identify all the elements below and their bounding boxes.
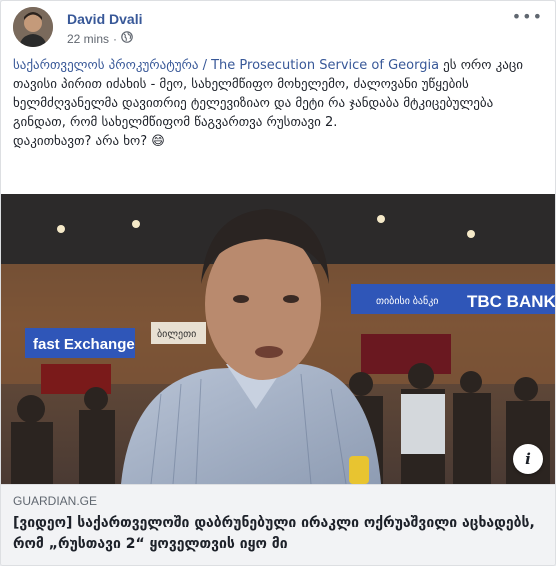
link-domain: GUARDIAN.GE — [13, 494, 98, 508]
post-header: David Dvali 22 mins · ••• — [13, 7, 543, 51]
post-text: საქართველოს პროკურატურა / The Prosecutio… — [13, 56, 545, 151]
video-frame: თიბისი ბანკი TBC BANK fast Exchange ბილე… — [1, 194, 555, 484]
fast-exchange-sign: fast Exchange — [33, 336, 135, 353]
small-wall-sign: ბილეთი — [157, 328, 196, 340]
video-thumbnail[interactable]: თიბისი ბანკი TBC BANK fast Exchange ბილე… — [1, 194, 555, 484]
bank-sign-georgian: თიბისი ბანკი — [376, 295, 438, 307]
more-dots-icon[interactable]: ••• — [512, 7, 543, 26]
post-time[interactable]: 22 mins — [67, 32, 109, 46]
post-question-text: დაკითხავთ? არა ხო? — [13, 134, 152, 149]
info-icon[interactable]: i — [513, 444, 543, 474]
prosecution-page-link[interactable]: საქართველოს პროკურატურა / The Prosecutio… — [13, 58, 439, 73]
link-preview[interactable]: GUARDIAN.GE [ვიდეო] საქართველოში დაბრუნე… — [1, 484, 555, 565]
tbc-bank-sign: TBC BANK — [467, 292, 555, 311]
grinning-emoji-icon: 😄 — [151, 134, 165, 149]
post-card: David Dvali 22 mins · ••• საქართველოს პრ… — [0, 0, 556, 566]
post-meta: 22 mins · — [67, 31, 133, 46]
avatar[interactable] — [13, 7, 53, 47]
author-name[interactable]: David Dvali — [67, 11, 142, 27]
link-title[interactable]: [ვიდეო] საქართველოში დაბრუნებული ირაკლი … — [13, 513, 543, 555]
globe-icon[interactable] — [121, 31, 133, 46]
